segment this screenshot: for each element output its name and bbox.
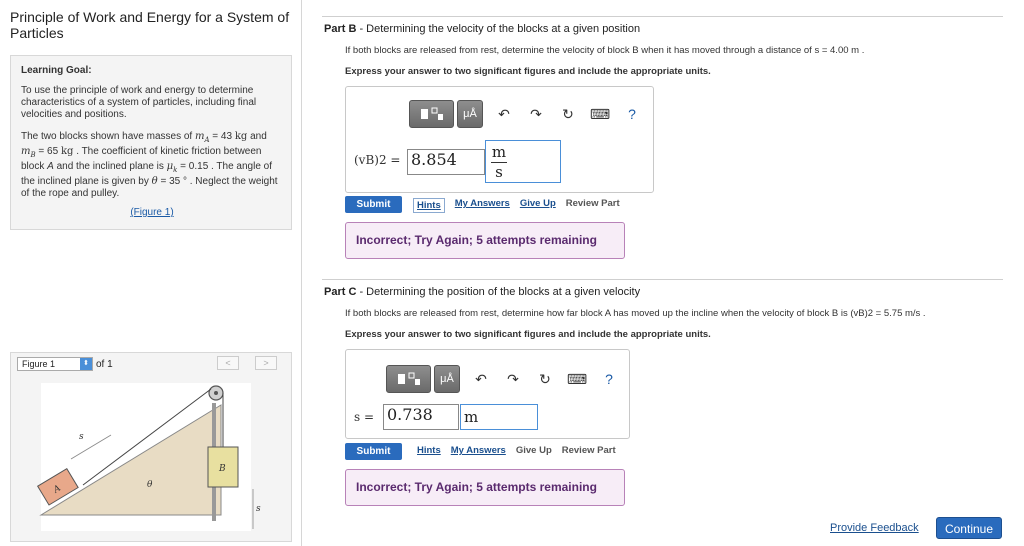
figure-next-button[interactable]: > xyxy=(255,356,277,370)
part-c-give-up-link[interactable]: Give Up xyxy=(516,445,552,456)
problem-title: Principle of Work and Energy for a Syste… xyxy=(10,9,290,41)
problem-statement: The two blocks shown have masses of mA =… xyxy=(21,131,278,199)
part-b-toolbar: μÅ ↶ ↷ ↻ ⌨ ? xyxy=(409,100,643,128)
help-icon[interactable]: ? xyxy=(621,106,643,122)
part-b-eq-label: (vB)2 = xyxy=(354,153,401,167)
provide-feedback-link[interactable]: Provide Feedback xyxy=(830,522,919,534)
part-c-question: If both blocks are released from rest, d… xyxy=(345,308,926,319)
unit-denominator: s xyxy=(495,163,503,181)
part-b-feedback: Incorrect; Try Again; 5 attempts remaini… xyxy=(345,222,625,259)
s-label-incline: s xyxy=(79,432,84,442)
part-c-value-input[interactable]: 0.738 xyxy=(383,404,459,430)
figure-header: Figure 1 ⬍ of 1 xyxy=(17,356,113,372)
redo-icon[interactable]: ↷ xyxy=(502,371,524,388)
reset-icon[interactable]: ↻ xyxy=(557,106,579,123)
undo-icon[interactable]: ↶ xyxy=(470,371,492,388)
part-b-hints-link[interactable]: Hints xyxy=(413,198,445,213)
part-c-eq-label: s = xyxy=(354,410,375,424)
figure-link[interactable]: (Figure 1) xyxy=(11,207,293,219)
part-b-answer-box: μÅ ↶ ↷ ↻ ⌨ ? (vB)2 = 8.854 m s xyxy=(345,86,654,193)
keyboard-icon[interactable]: ⌨ xyxy=(566,371,588,388)
keyboard-icon[interactable]: ⌨ xyxy=(589,106,611,123)
divider xyxy=(322,279,1003,280)
figure-count: of 1 xyxy=(96,358,113,370)
theta-label: θ xyxy=(147,480,153,490)
reset-icon[interactable]: ↻ xyxy=(534,371,556,388)
part-b-unit-input[interactable]: m s xyxy=(485,140,561,183)
part-c-unit-input[interactable]: m xyxy=(460,404,538,430)
figure-panel: Figure 1 ⬍ of 1 < > A B s θ s xyxy=(10,352,292,542)
part-c-links: Hints My Answers Give Up Review Part xyxy=(417,445,626,456)
units-button[interactable]: μÅ xyxy=(457,100,483,128)
part-b-value-input[interactable]: 8.854 xyxy=(407,149,485,175)
part-c-instruction: Express your answer to two significant f… xyxy=(345,329,711,340)
problem-panel: Principle of Work and Energy for a Syste… xyxy=(0,0,302,546)
part-c-title: Part C - Determining the position of the… xyxy=(324,286,641,298)
undo-icon[interactable]: ↶ xyxy=(493,106,515,123)
figure-selector[interactable]: Figure 1 ⬍ xyxy=(17,357,93,371)
block-b-label: B xyxy=(218,464,226,474)
part-c-feedback: Incorrect; Try Again; 5 attempts remaini… xyxy=(345,469,625,506)
figure-prev-button[interactable]: < xyxy=(217,356,239,370)
unit-numerator: m xyxy=(491,143,507,161)
part-b-links: Hints My Answers Give Up Review Part xyxy=(413,198,630,213)
chevron-updown-icon: ⬍ xyxy=(80,358,92,370)
redo-icon[interactable]: ↷ xyxy=(525,106,547,123)
part-b-title: Part B - Determining the velocity of the… xyxy=(324,23,641,35)
part-b-instruction: Express your answer to two significant f… xyxy=(345,66,711,77)
part-b-review-link[interactable]: Review Part xyxy=(566,198,620,213)
part-b-question: If both blocks are released from rest, d… xyxy=(345,45,865,56)
incline-figure: A B s θ s xyxy=(36,383,261,531)
template-icon[interactable] xyxy=(386,365,431,393)
s-label-vertical: s xyxy=(256,504,261,514)
template-icon[interactable] xyxy=(409,100,454,128)
part-b-give-up-link[interactable]: Give Up xyxy=(520,198,556,213)
part-c-submit-button[interactable]: Submit xyxy=(345,443,402,460)
units-button[interactable]: μÅ xyxy=(434,365,460,393)
divider xyxy=(322,16,1003,17)
part-c-review-link[interactable]: Review Part xyxy=(562,445,616,456)
part-b-submit-button[interactable]: Submit xyxy=(345,196,402,213)
part-c-answer-box: μÅ ↶ ↷ ↻ ⌨ ? s = 0.738 m xyxy=(345,349,630,439)
part-c-toolbar: μÅ ↶ ↷ ↻ ⌨ ? xyxy=(386,365,620,393)
learning-goal-box: Learning Goal: To use the principle of w… xyxy=(10,55,292,230)
part-b-my-answers-link[interactable]: My Answers xyxy=(455,198,510,213)
part-c-my-answers-link[interactable]: My Answers xyxy=(451,445,506,456)
continue-button[interactable]: Continue xyxy=(936,517,1002,539)
learning-goal-text: To use the principle of work and energy … xyxy=(21,85,257,120)
part-c-hints-link[interactable]: Hints xyxy=(417,445,441,456)
learning-goal-heading: Learning Goal: xyxy=(21,65,92,76)
help-icon[interactable]: ? xyxy=(598,371,620,387)
